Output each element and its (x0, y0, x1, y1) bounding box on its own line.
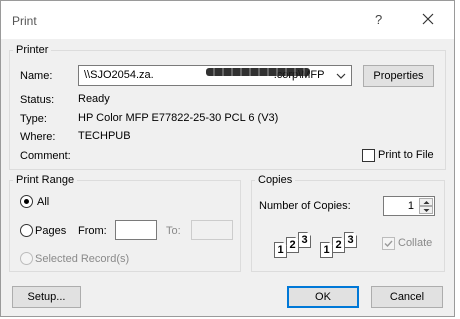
collate-label[interactable]: Collate (398, 237, 432, 249)
redaction-mark (206, 68, 310, 76)
copies-value: 1 (407, 200, 414, 212)
all-radio[interactable] (20, 195, 33, 208)
page-icon: 3 (344, 232, 357, 248)
status-label: Status: (20, 94, 55, 106)
setup-button[interactable]: Setup... (12, 286, 81, 308)
type-label: Type: (20, 113, 47, 125)
help-button[interactable]: ? (375, 12, 382, 27)
chevron-down-icon (336, 73, 346, 79)
page-icon: 1 (274, 242, 287, 258)
page-icon: 1 (320, 242, 333, 258)
copies-legend: Copies (258, 174, 293, 186)
printer-group-legend: Printer (16, 44, 49, 56)
name-label: Name: (20, 70, 53, 82)
window-title: Print (12, 14, 37, 28)
copies-increment-button[interactable] (419, 198, 433, 206)
properties-button[interactable]: Properties (363, 65, 434, 87)
close-icon (422, 13, 434, 25)
chevron-down-icon (423, 209, 430, 212)
close-button[interactable] (420, 11, 436, 27)
all-label[interactable]: All (37, 196, 49, 208)
from-label: From: (78, 225, 107, 237)
page-icon: 3 (298, 232, 311, 248)
checkmark-icon (384, 240, 393, 248)
where-label: Where: (20, 131, 56, 143)
collate-checkbox[interactable] (382, 237, 395, 250)
copies-decrement-button[interactable] (419, 206, 433, 214)
print-to-file-label[interactable]: Print to File (378, 149, 434, 161)
selected-records-label[interactable]: Selected Record(s) (35, 253, 129, 265)
chevron-up-icon (423, 201, 430, 204)
type-value: HP Color MFP E77822-25-30 PCL 6 (V3) (78, 112, 279, 124)
collate-pages-icon-1: 3 2 1 (271, 232, 317, 260)
printer-name-select[interactable]: \\SJO2054.za..corp\MFPJO0001 (78, 65, 352, 86)
pages-label[interactable]: Pages (35, 225, 66, 237)
printer-name-value: \\SJO2054.za. (84, 69, 154, 81)
copies-stepper[interactable]: 1 (383, 196, 435, 216)
page-icon: 2 (332, 237, 345, 253)
from-input[interactable] (115, 220, 157, 240)
number-of-copies-label: Number of Copies: (259, 200, 351, 212)
page-icon: 2 (286, 237, 299, 253)
print-range-legend: Print Range (16, 174, 75, 186)
collate-pages-icon-2: 3 2 1 (317, 232, 363, 260)
print-to-file-checkbox[interactable] (362, 149, 375, 162)
title-bar: Print ? (1, 1, 454, 39)
selected-records-radio[interactable] (20, 252, 33, 265)
ok-button[interactable]: OK (287, 286, 359, 308)
print-dialog: Print ? Printer Name: \\SJO2054.za..corp… (0, 0, 455, 317)
pages-radio[interactable] (20, 224, 33, 237)
status-value: Ready (78, 93, 110, 105)
comment-label: Comment: (20, 150, 71, 162)
where-value: TECHPUB (78, 130, 131, 142)
to-label: To: (166, 225, 181, 237)
to-input[interactable] (191, 220, 233, 240)
cancel-button[interactable]: Cancel (371, 286, 443, 308)
